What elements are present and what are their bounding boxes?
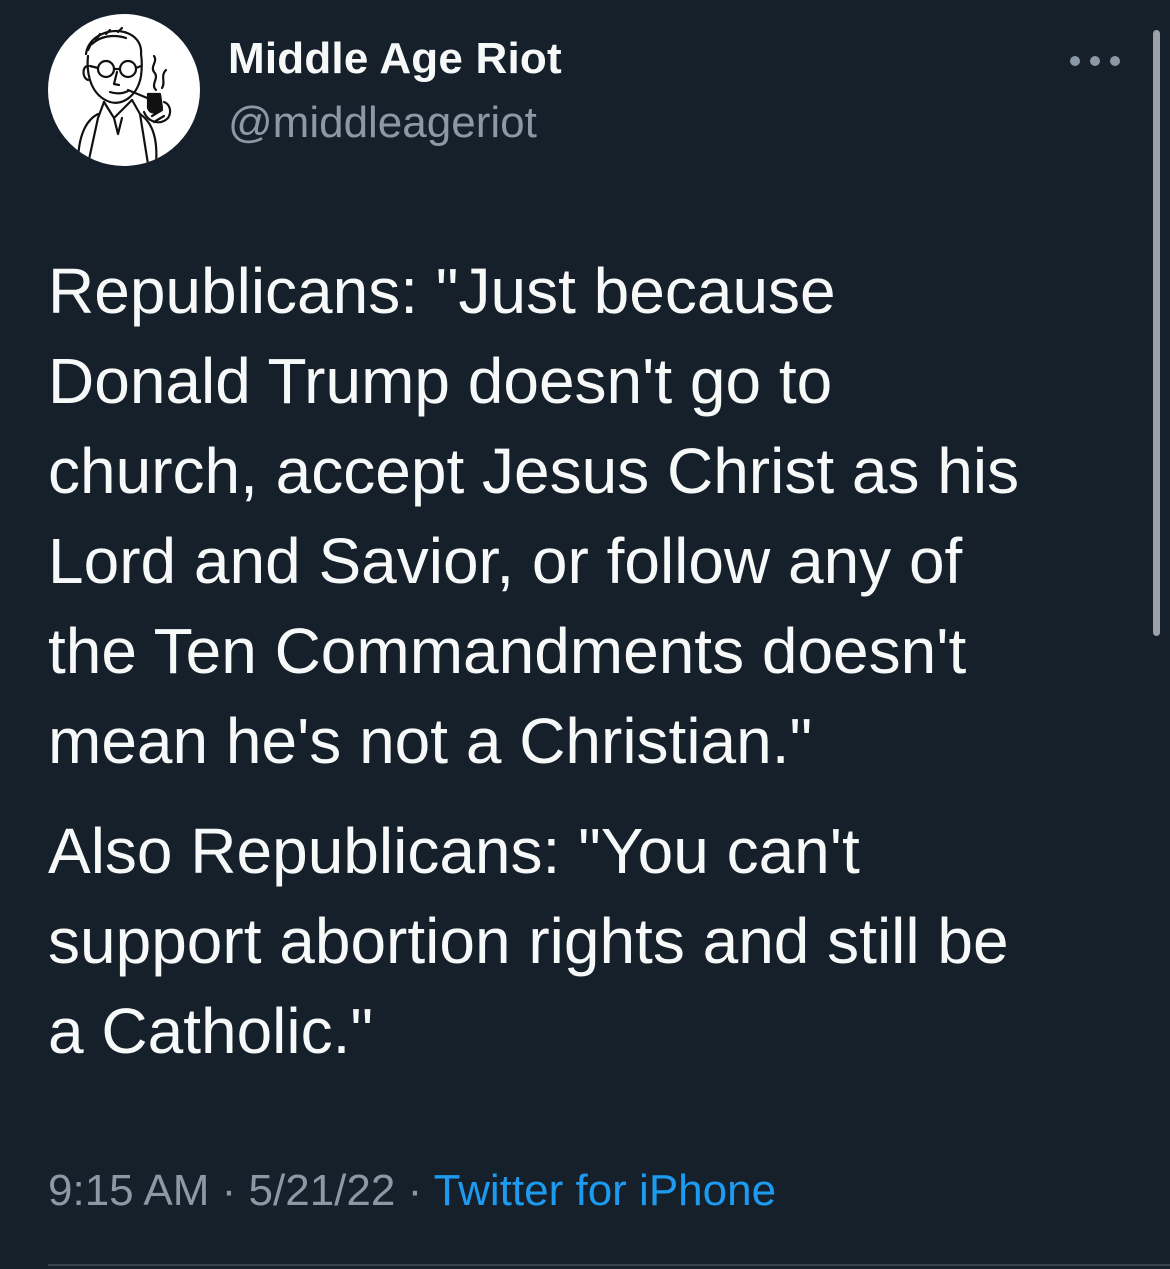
divider	[48, 1264, 1170, 1266]
author-handle[interactable]: @middleageriot	[228, 98, 537, 148]
more-dot	[1070, 56, 1080, 66]
scrollbar[interactable]	[1153, 30, 1160, 636]
avatar[interactable]	[48, 14, 200, 166]
meta-separator: ·	[209, 1166, 249, 1215]
tweet-time[interactable]: 9:15 AM	[48, 1166, 209, 1215]
more-dot	[1090, 56, 1100, 66]
tweet-text: Republicans: "Just because Donald Trump …	[48, 246, 1138, 1076]
avatar-illustration-icon	[76, 26, 172, 166]
tweet-card: Middle Age Riot @middleageriot Republica…	[0, 0, 1170, 1269]
more-dot	[1110, 56, 1120, 66]
tweet-date[interactable]: 5/21/22	[249, 1166, 396, 1215]
meta-separator: ·	[395, 1166, 434, 1215]
tweet-paragraph: Also Republicans: "You can't support abo…	[48, 815, 1009, 1067]
more-options-icon[interactable]	[1070, 50, 1120, 72]
author-display-name[interactable]: Middle Age Riot	[228, 34, 562, 84]
tweet-metadata: 9:15 AM · 5/21/22 · Twitter for iPhone	[48, 1166, 776, 1216]
tweet-source-link[interactable]: Twitter for iPhone	[434, 1166, 776, 1215]
tweet-paragraph: Republicans: "Just because Donald Trump …	[48, 255, 1020, 777]
